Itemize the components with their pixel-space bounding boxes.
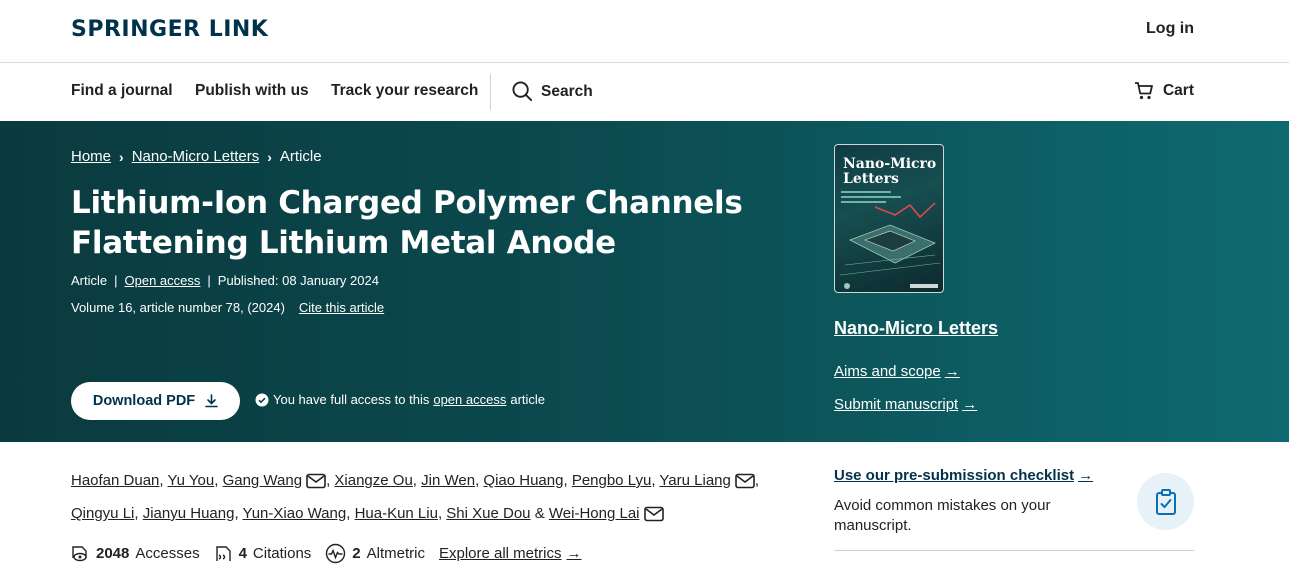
email-icon[interactable] bbox=[643, 503, 664, 532]
cart-icon bbox=[1134, 82, 1153, 100]
cart-button[interactable]: Cart bbox=[1134, 81, 1194, 101]
breadcrumb: Home › Nano-Micro Letters › Article bbox=[71, 148, 322, 165]
main-nav: Find a journal Publish with us Track you… bbox=[0, 63, 1289, 121]
article-metrics: 2048 Accesses 4 Citations 2 Altmetric Ex… bbox=[71, 543, 582, 564]
eye-icon bbox=[72, 546, 87, 562]
accesses-metric: 2048 Accesses bbox=[71, 544, 200, 563]
explore-metrics-link[interactable]: Explore all metrics → bbox=[439, 545, 582, 562]
breadcrumb-current: Article bbox=[279, 148, 322, 165]
access-text: You have full access to this bbox=[273, 392, 430, 407]
citation-icon bbox=[215, 546, 231, 561]
author-link[interactable]: Xiangze Ou bbox=[334, 472, 412, 489]
altmetric-label: Altmetric bbox=[366, 545, 425, 562]
clipboard-check-icon bbox=[1137, 473, 1194, 530]
citations-label: Citations bbox=[252, 545, 312, 562]
accesses-label: Accesses bbox=[135, 545, 200, 562]
pre-submission-checklist-link[interactable]: Use our pre-submission checklist → bbox=[834, 467, 1093, 484]
aims-scope-link[interactable]: Aims and scope → bbox=[834, 363, 960, 380]
search-button[interactable]: Search bbox=[512, 81, 593, 102]
nav-track-research[interactable]: Track your research bbox=[331, 82, 478, 100]
search-icon bbox=[512, 81, 533, 102]
author-line: Qingyu Li, Jianyu Huang, Yun-Xiao Wang, … bbox=[71, 499, 771, 532]
checklist-label: Use our pre-submission checklist bbox=[834, 467, 1075, 484]
download-pdf-button[interactable]: Download PDF bbox=[71, 382, 240, 420]
sidebar-journal-link[interactable]: Nano-Micro Letters bbox=[834, 318, 998, 339]
submit-manuscript-link[interactable]: Submit manuscript → bbox=[834, 396, 977, 413]
altmetric-icon bbox=[326, 543, 346, 564]
citations-count: 4 bbox=[238, 545, 247, 562]
author-list: Haofan Duan, Yu You, Gang Wang, Xiangze … bbox=[71, 466, 771, 532]
journal-cover-image[interactable]: Nano-Micro Letters bbox=[834, 144, 944, 293]
nav-publish[interactable]: Publish with us bbox=[195, 82, 309, 100]
download-pdf-label: Download PDF bbox=[92, 393, 196, 409]
published-date: Published: 08 January 2024 bbox=[217, 273, 379, 288]
author-line: Haofan Duan, Yu You, Gang Wang, Xiangze … bbox=[71, 466, 771, 499]
springer-link-logo[interactable]: SPRINGER LINK bbox=[71, 17, 268, 42]
article-title: Lithium-Ion Charged Polymer Channels Fla… bbox=[71, 185, 743, 261]
nav-divider bbox=[490, 74, 491, 110]
arrow-right-icon: → bbox=[1078, 467, 1094, 484]
access-text-suffix: article bbox=[510, 392, 546, 407]
arrow-right-icon: → bbox=[566, 545, 582, 562]
author-link[interactable]: Shi Xue Dou bbox=[446, 505, 530, 522]
article-hero: Home › Nano-Micro Letters › Article Lith… bbox=[0, 121, 1289, 442]
arrow-right-icon: → bbox=[944, 363, 960, 380]
author-link[interactable]: Jianyu Huang bbox=[143, 505, 235, 522]
cover-title-2: Letters bbox=[843, 171, 899, 187]
author-link[interactable]: Yun-Xiao Wang bbox=[243, 505, 347, 522]
aims-scope-label: Aims and scope bbox=[834, 363, 941, 380]
citations-metric: 4 Citations bbox=[214, 544, 312, 563]
meta-separator: | bbox=[207, 273, 211, 288]
breadcrumb-journal[interactable]: Nano-Micro Letters bbox=[132, 148, 260, 165]
cover-title-1: Nano-Micro bbox=[843, 156, 936, 172]
author-link[interactable]: Qiao Huang bbox=[483, 472, 563, 489]
access-open-access-link[interactable]: open access bbox=[433, 392, 506, 407]
cart-label: Cart bbox=[1162, 82, 1194, 99]
cite-article-link[interactable]: Cite this article bbox=[299, 300, 384, 315]
email-icon[interactable] bbox=[306, 470, 326, 499]
accesses-count: 2048 bbox=[96, 545, 130, 562]
checklist-description: Avoid common mistakes on your manuscript… bbox=[834, 497, 1051, 534]
altmetric-score: 2 bbox=[352, 545, 361, 562]
author-link[interactable]: Yaru Liang bbox=[659, 472, 730, 489]
article-volume-row: Volume 16, article number 78, (2024) Cit… bbox=[71, 300, 384, 315]
login-link[interactable]: Log in bbox=[1146, 20, 1194, 38]
explore-metrics-label: Explore all metrics bbox=[438, 545, 562, 562]
author-link[interactable]: Pengbo Lyu bbox=[572, 472, 652, 489]
email-icon[interactable] bbox=[735, 470, 755, 499]
author-link[interactable]: Gang Wang bbox=[223, 472, 303, 489]
arrow-right-icon: → bbox=[962, 396, 978, 413]
submit-manuscript-label: Submit manuscript bbox=[834, 396, 959, 413]
meta-separator: | bbox=[114, 273, 118, 288]
breadcrumb-home[interactable]: Home bbox=[71, 148, 111, 165]
download-icon bbox=[205, 394, 218, 408]
author-link[interactable]: Qingyu Li bbox=[71, 505, 134, 522]
open-access-link[interactable]: Open access bbox=[125, 273, 201, 288]
cover-art: Nano-Micro Letters bbox=[839, 156, 941, 289]
author-link[interactable]: Yu You bbox=[167, 472, 214, 489]
check-circle-icon bbox=[255, 393, 269, 406]
volume-info: Volume 16, article number 78, (2024) bbox=[71, 300, 285, 315]
author-link[interactable]: Wei-Hong Lai bbox=[549, 505, 640, 522]
altmetric-metric: 2 Altmetric bbox=[325, 543, 425, 564]
author-ampersand: & bbox=[534, 505, 545, 522]
author-link[interactable]: Hua-Kun Liu bbox=[355, 505, 438, 522]
top-header: SPRINGER LINK Log in bbox=[0, 0, 1289, 63]
access-notice: You have full access to this open access… bbox=[255, 392, 545, 407]
article-meta: Article | Open access | Published: 08 Ja… bbox=[71, 273, 379, 288]
author-link[interactable]: Haofan Duan bbox=[71, 472, 159, 489]
author-link[interactable]: Jin Wen bbox=[421, 472, 475, 489]
nav-find-journal[interactable]: Find a journal bbox=[71, 82, 173, 100]
sidebar-divider bbox=[834, 550, 1194, 551]
article-type: Article bbox=[71, 273, 108, 288]
chevron-right-icon: › bbox=[267, 148, 272, 165]
search-label: Search bbox=[541, 82, 593, 100]
chevron-right-icon: › bbox=[119, 148, 124, 165]
